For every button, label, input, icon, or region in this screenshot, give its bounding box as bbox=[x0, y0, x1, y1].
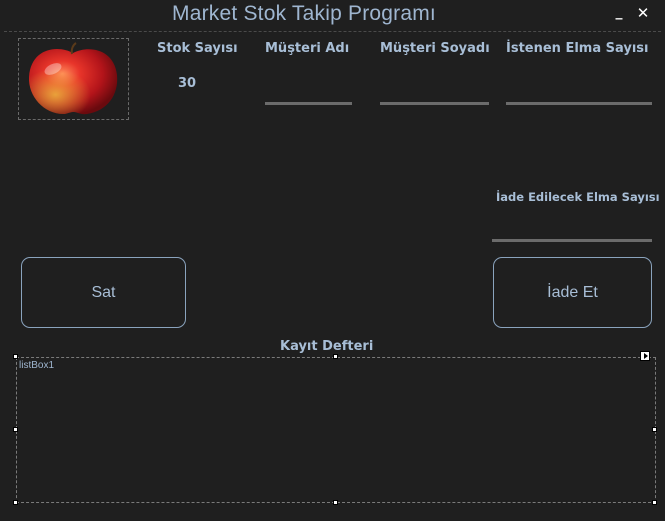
window-title: Market Stok Takip Programı bbox=[172, 2, 436, 25]
customer-last-name-label: Müşteri Soyadı bbox=[380, 41, 490, 56]
minimize-button[interactable]: _ bbox=[611, 4, 627, 24]
resize-handle-bottom-left[interactable] bbox=[13, 500, 18, 505]
customer-last-name-input[interactable] bbox=[380, 83, 489, 105]
requested-apples-input[interactable] bbox=[506, 83, 652, 105]
smart-tag-arrow-icon[interactable] bbox=[640, 351, 650, 361]
close-button[interactable]: ✕ bbox=[633, 4, 653, 24]
return-apples-input[interactable] bbox=[492, 220, 652, 242]
resize-handle-bottom-right[interactable] bbox=[652, 500, 657, 505]
resize-handle-bottom[interactable] bbox=[333, 500, 338, 505]
stock-count-value: 30 bbox=[178, 76, 197, 91]
sell-button[interactable]: Sat bbox=[21, 257, 186, 328]
title-divider bbox=[4, 31, 661, 32]
resize-handle-top[interactable] bbox=[333, 354, 338, 359]
return-button[interactable]: İade Et bbox=[493, 257, 652, 328]
return-apples-label: İade Edilecek Elma Sayısı bbox=[496, 190, 660, 204]
customer-first-name-label: Müşteri Adı bbox=[265, 41, 350, 56]
log-label: Kayıt Defteri bbox=[280, 339, 374, 354]
listbox-designer-name: listBox1 bbox=[19, 360, 55, 371]
customer-first-name-input[interactable] bbox=[265, 83, 352, 105]
apple-icon bbox=[28, 42, 118, 115]
log-listbox[interactable] bbox=[16, 357, 656, 503]
stock-count-label: Stok Sayısı bbox=[157, 41, 238, 56]
resize-handle-left[interactable] bbox=[13, 427, 18, 432]
product-image-box bbox=[18, 38, 129, 120]
resize-handle-right[interactable] bbox=[652, 427, 657, 432]
requested-apples-label: İstenen Elma Sayısı bbox=[506, 41, 649, 56]
resize-handle-top-left[interactable] bbox=[13, 354, 18, 359]
